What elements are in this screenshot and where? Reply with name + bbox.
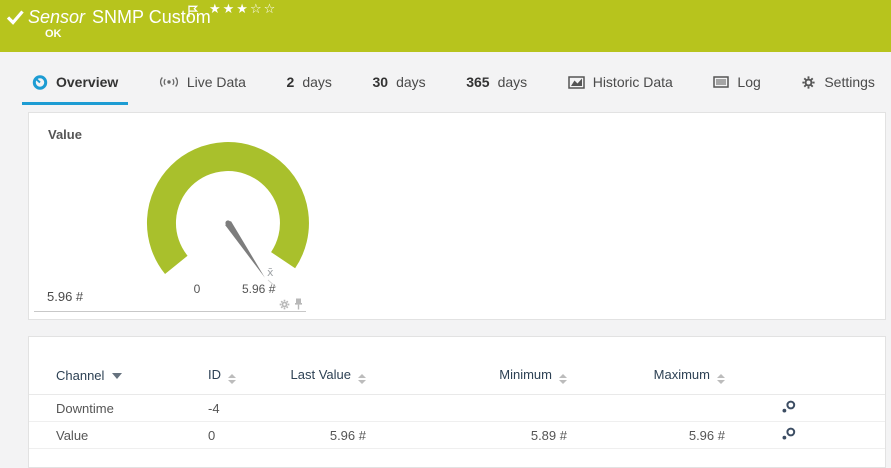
gauge-footer-divider xyxy=(34,311,306,312)
cell-maximum: 5.96 # xyxy=(567,422,725,449)
sort-both-icon xyxy=(559,374,567,384)
tab-2-days-number: 2 xyxy=(287,74,295,90)
tab-settings[interactable]: Settings xyxy=(791,74,885,105)
sort-desc-icon xyxy=(112,373,122,379)
gauge-channel-title: Value xyxy=(48,127,82,142)
flag-icon[interactable] xyxy=(187,4,199,23)
tab-historic-data[interactable]: Historic Data xyxy=(558,74,683,105)
gauge-pin-icon[interactable] xyxy=(294,297,303,315)
cell-minimum: 5.89 # xyxy=(366,422,567,449)
tab-365-days-number: 365 xyxy=(466,74,489,90)
cell-minimum xyxy=(366,395,567,422)
cell-channel: Downtime xyxy=(29,395,208,422)
column-header-id-label: ID xyxy=(208,367,221,382)
table-row[interactable]: Downtime -4 xyxy=(29,395,885,422)
sort-both-icon xyxy=(228,374,236,384)
channels-table: Channel ID Last Value Minimum Maximum xyxy=(29,361,885,449)
broadcast-icon xyxy=(159,75,179,89)
tab-2-days[interactable]: 2 days xyxy=(277,74,342,105)
gear-icon xyxy=(801,75,816,90)
cell-last-value xyxy=(288,395,366,422)
tab-30-days-word: days xyxy=(396,74,426,90)
page-title: SensorSNMP Custom xyxy=(28,7,211,28)
sort-both-icon xyxy=(717,374,725,384)
column-header-maximum-label: Maximum xyxy=(654,367,710,382)
gauge-toolbar xyxy=(279,297,303,315)
tab-live-data[interactable]: Live Data xyxy=(149,74,256,105)
column-header-actions xyxy=(725,361,853,395)
status-badge: OK xyxy=(45,28,62,40)
column-header-last-value[interactable]: Last Value xyxy=(288,361,366,395)
gauge-min-label: 0 xyxy=(187,282,207,296)
edit-channel-icon[interactable] xyxy=(781,427,797,444)
tab-settings-label: Settings xyxy=(824,74,875,90)
tab-live-data-label: Live Data xyxy=(187,74,246,90)
sort-both-icon xyxy=(358,374,366,384)
value-gauge xyxy=(121,129,341,305)
gauge-icon xyxy=(32,74,48,90)
cell-maximum xyxy=(567,395,725,422)
tab-30-days[interactable]: 30 days xyxy=(362,74,435,105)
stars-filled: ★★★ xyxy=(209,2,250,17)
tab-overview[interactable]: Overview xyxy=(22,74,128,105)
channels-panel: Channel ID Last Value Minimum Maximum xyxy=(28,336,886,468)
tab-365-days-word: days xyxy=(498,74,528,90)
gauge-max-label: 5.96 # xyxy=(242,282,275,296)
status-check-icon xyxy=(6,9,25,30)
column-header-maximum[interactable]: Maximum xyxy=(567,361,725,395)
cell-channel: Value xyxy=(29,422,208,449)
gauge-mean-marker: x̄ xyxy=(267,266,274,279)
column-header-spacer xyxy=(853,361,885,395)
column-header-minimum[interactable]: Minimum xyxy=(366,361,567,395)
sensor-status-header: SensorSNMP Custom ★★★☆☆ OK xyxy=(0,0,891,52)
cell-id: -4 xyxy=(208,395,288,422)
gauge-settings-gear-icon[interactable] xyxy=(279,297,290,315)
column-header-id[interactable]: ID xyxy=(208,361,288,395)
tab-historic-data-label: Historic Data xyxy=(593,74,673,90)
tab-bar: Overview Live Data 2 days 30 days 365 da… xyxy=(0,52,891,105)
column-header-channel[interactable]: Channel xyxy=(29,361,208,395)
historic-chart-icon xyxy=(568,75,585,90)
tab-365-days[interactable]: 365 days xyxy=(456,74,537,105)
column-header-channel-label: Channel xyxy=(56,368,104,383)
tab-log-label: Log xyxy=(737,74,760,90)
cell-id: 0 xyxy=(208,422,288,449)
tab-30-days-number: 30 xyxy=(372,74,388,90)
sensor-type-label: Sensor xyxy=(28,7,85,27)
tab-overview-label: Overview xyxy=(56,74,118,90)
prtg-sensor-page: { "colors": { "header_green": "#b7c41d",… xyxy=(0,0,891,454)
column-header-minimum-label: Minimum xyxy=(499,367,552,382)
cell-last-value: 5.96 # xyxy=(288,422,366,449)
tab-log[interactable]: Log xyxy=(703,74,770,105)
log-icon xyxy=(713,75,729,89)
table-row[interactable]: Value 0 5.96 # 5.89 # 5.96 # xyxy=(29,422,885,449)
table-header-row: Channel ID Last Value Minimum Maximum xyxy=(29,361,885,395)
gauge-current-value: 5.96 # xyxy=(47,289,83,304)
edit-channel-icon[interactable] xyxy=(781,400,797,417)
tab-2-days-word: days xyxy=(302,74,332,90)
stars-empty: ☆☆ xyxy=(250,2,277,17)
priority-stars[interactable]: ★★★☆☆ xyxy=(209,2,277,17)
column-header-last-value-label: Last Value xyxy=(291,367,351,382)
gauge-panel: Value 0 5.96 # x̄ 5.96 # xyxy=(28,112,886,320)
